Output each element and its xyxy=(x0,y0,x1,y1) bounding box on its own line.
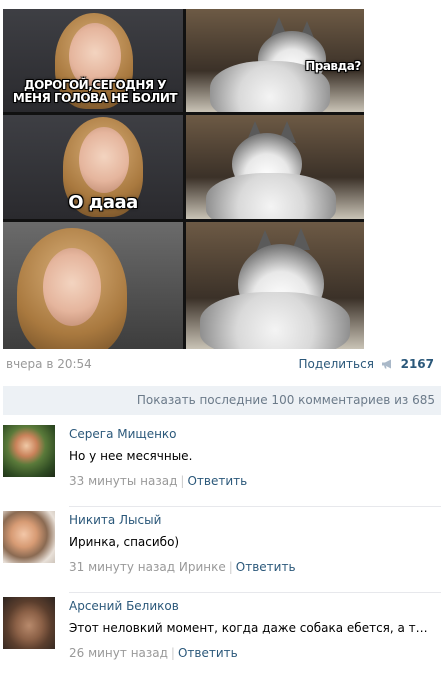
comment-info: 33 минуты назад | Ответить xyxy=(69,474,247,488)
comment-text: Но у нее месячные. xyxy=(69,449,193,463)
post-date[interactable]: вчера в 20:54 xyxy=(6,357,92,371)
post-meta: вчера в 20:54 Поделиться 2167 xyxy=(6,356,434,374)
comment-time[interactable]: 26 минут назад xyxy=(69,646,168,660)
comment-time[interactable]: 31 минуту назад xyxy=(69,560,175,574)
megaphone-icon xyxy=(381,359,391,369)
reply-button[interactable]: Ответить xyxy=(187,474,247,488)
meme-caption-mid: О дааа xyxy=(68,192,138,213)
post-image[interactable]: ДОРОГОЙ,СЕГОДНЯ У МЕНЯ ГОЛОВА НЕ БОЛИТ П… xyxy=(3,9,364,349)
reply-button[interactable]: Ответить xyxy=(178,646,238,660)
share-button[interactable]: Поделиться 2167 xyxy=(299,357,434,371)
meme-caption-dog: Правда? xyxy=(305,59,361,73)
share-count: 2167 xyxy=(400,357,434,371)
meme-panel-woman-3 xyxy=(3,222,183,349)
comment: Арсений Беликов Этот неловкий момент, ко… xyxy=(3,597,441,679)
show-more-comments-button[interactable]: Показать последние 100 комментариев из 6… xyxy=(3,386,441,415)
separator: | xyxy=(170,646,175,660)
comment-author[interactable]: Никита Лысый xyxy=(69,513,161,527)
comment-text: Этот неловкий момент, когда даже собака … xyxy=(69,621,437,635)
meme-panel-dog-3 xyxy=(186,222,364,349)
separator: | xyxy=(180,474,185,488)
comment: Никита Лысый Иринка, спасибо) 31 минуту … xyxy=(3,511,441,593)
comment: Серега Мищенко Но у нее месячные. 33 мин… xyxy=(3,425,441,507)
avatar[interactable] xyxy=(3,597,55,649)
meme-caption-top: ДОРОГОЙ,СЕГОДНЯ У МЕНЯ ГОЛОВА НЕ БОЛИТ xyxy=(12,78,178,105)
comment-info: 26 минут назад | Ответить xyxy=(69,646,238,660)
avatar[interactable] xyxy=(3,425,55,477)
reply-button[interactable]: Ответить xyxy=(236,560,296,574)
divider xyxy=(69,506,441,507)
meme-panel-dog-2 xyxy=(186,115,364,219)
divider xyxy=(69,592,441,593)
comment-author[interactable]: Серега Мищенко xyxy=(69,427,177,441)
avatar[interactable] xyxy=(3,511,55,563)
separator: | xyxy=(228,560,233,574)
share-label: Поделиться xyxy=(298,357,374,371)
reply-to[interactable]: Иринке xyxy=(179,560,226,574)
comment-text: Иринка, спасибо) xyxy=(69,535,180,549)
comment-time[interactable]: 33 минуты назад xyxy=(69,474,177,488)
comment-author[interactable]: Арсений Беликов xyxy=(69,599,179,613)
comment-info: 31 минуту назад Иринке | Ответить xyxy=(69,560,296,574)
